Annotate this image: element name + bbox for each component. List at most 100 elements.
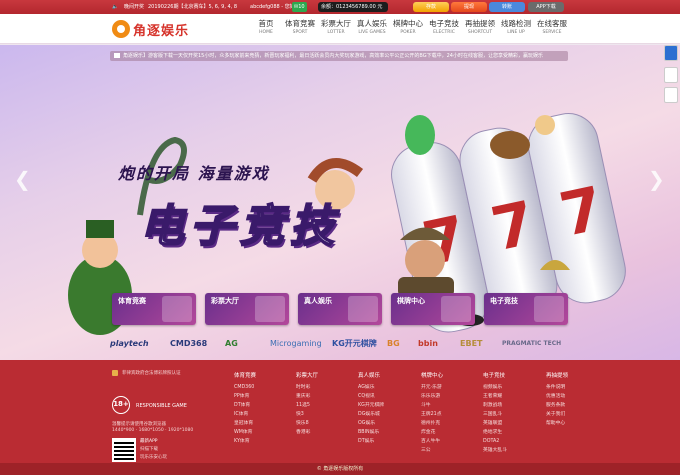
lottery-notice[interactable]: 20190226期【北京赛车】5, 6, 9, 4, 8 xyxy=(148,0,237,14)
footer-link[interactable]: 三公 xyxy=(421,446,443,455)
provider-logo: bbin xyxy=(418,339,438,348)
footer-link[interactable]: 刺激战场 xyxy=(483,401,507,410)
footer-link[interactable]: 德州扑克 xyxy=(421,419,443,428)
provider-logos: playtech CMD368 AG Microgaming KG开元棋牌 BG… xyxy=(110,336,570,352)
tile-label: 真人娱乐 xyxy=(304,297,332,305)
footer-link[interactable]: 时时彩 xyxy=(296,383,318,392)
transfer-button[interactable]: 转账 xyxy=(489,2,525,12)
footer-link[interactable]: 重庆彩 xyxy=(296,392,318,401)
tile-sport[interactable]: 体育竞赛 xyxy=(112,293,196,325)
footer-link[interactable]: 视频娱乐 xyxy=(483,383,507,392)
mail-icon[interactable]: ✉10 xyxy=(292,2,307,12)
nav-item-service[interactable]: 在线客服 SERVICE xyxy=(534,19,570,36)
category-tiles: 体育竞赛 彩票大厅 真人娱乐 棋牌中心 电子竞技 xyxy=(112,293,568,325)
service-icon[interactable] xyxy=(664,45,678,61)
footer-link[interactable]: DT体育 xyxy=(234,401,256,410)
footer-link[interactable]: 英雄联盟 xyxy=(483,419,507,428)
footer-link[interactable]: DT娱乐 xyxy=(358,437,384,446)
footer-link[interactable]: DG娱乐城 xyxy=(358,410,384,419)
footer-link[interactable]: 百人牛牛 xyxy=(421,437,443,446)
speaker-icon: 🔈 xyxy=(112,4,119,10)
chevron-left-icon[interactable]: ❮ xyxy=(14,167,31,191)
tile-poker[interactable]: 棋牌中心 xyxy=(391,293,475,325)
footer-link[interactable]: 王者荣耀 xyxy=(483,392,507,401)
footer-link[interactable]: 三国乱斗 xyxy=(483,410,507,419)
mobile-icon[interactable] xyxy=(664,87,678,103)
footer-link[interactable]: 斗牛 xyxy=(421,401,443,410)
footer-col-live: 真人娱乐 AG娱乐 CQ视讯 KG开元棋牌 DG娱乐城 OG娱乐 BBIN娱乐 … xyxy=(358,372,384,446)
announcement-marquee[interactable]: 角逐娱乐】游客版下载一天仅开奖15小时，众多玩家前来竞猜，新晋玩家福利，最日活跃… xyxy=(110,51,568,61)
provider-logo: Microgaming xyxy=(270,339,322,348)
footer-link[interactable]: 炸金花 xyxy=(421,428,443,437)
footer-link[interactable]: 快3 xyxy=(296,410,318,419)
footer-link[interactable]: 优惠活动 xyxy=(546,392,568,401)
footer-link[interactable]: CQ视讯 xyxy=(358,392,384,401)
site-logo[interactable]: 角逐娱乐 xyxy=(112,19,189,39)
footer-col-head: 彩票大厅 xyxy=(296,373,319,379)
phone-icon[interactable] xyxy=(664,67,678,83)
provider-logo: BG xyxy=(387,339,400,348)
greeting-text: 晚间开奖 xyxy=(124,4,145,10)
footer-link[interactable]: 帮助中心 xyxy=(546,419,568,428)
nav-item-poker[interactable]: 棋牌中心 POKER xyxy=(390,19,426,36)
footer-link[interactable]: 皇冠体育 xyxy=(234,419,256,428)
footer-link[interactable]: 11选5 xyxy=(296,401,318,410)
footer-link[interactable]: PP体育 xyxy=(234,392,256,401)
footer-link[interactable]: 快乐8 xyxy=(296,419,318,428)
footer-link[interactable]: BBIN娱乐 xyxy=(358,428,384,437)
footer-link[interactable]: 条件说明 xyxy=(546,383,568,392)
chevron-right-icon[interactable]: ❯ xyxy=(648,167,665,191)
nav-sublabel: LINE UP xyxy=(507,30,525,35)
tile-electric[interactable]: 电子竞技 xyxy=(484,293,568,325)
nav-item-home[interactable]: 首页 HOME xyxy=(248,19,284,36)
nav-item-sport[interactable]: 体育竞赛 SPORT xyxy=(282,19,318,36)
footer-link[interactable]: WM体育 xyxy=(234,428,256,437)
provider-logo: CMD368 xyxy=(170,339,208,348)
nav-item-live[interactable]: 真人娱乐 LIVE GAMES xyxy=(354,19,390,36)
nav-sublabel: SHORTCUT xyxy=(467,30,493,35)
username[interactable]: abcdefg088 - 您好 xyxy=(250,0,295,14)
footer-link[interactable]: KY体育 xyxy=(234,437,256,446)
tile-live[interactable]: 真人娱乐 xyxy=(298,293,382,325)
hero-banner[interactable]: 角逐娱乐】游客版下载一天仅开奖15小时，众多玩家前来竞猜，新晋玩家福利，最日活跃… xyxy=(0,45,680,360)
withdraw-button[interactable]: 提现 xyxy=(451,2,487,12)
footer-link[interactable]: CMD360 xyxy=(234,383,256,392)
footer-link[interactable]: 英雄大乱斗 xyxy=(483,446,507,455)
app-download-button[interactable]: APP下载 xyxy=(528,2,564,12)
tile-image xyxy=(534,296,564,322)
nav-sublabel: POKER xyxy=(400,30,416,35)
tile-label: 彩票大厅 xyxy=(211,297,239,305)
footer-col-poker: 棋牌中心 开元·乐游 乐乐乐游 斗牛 王牌21点 德州扑克 炸金花 百人牛牛 三… xyxy=(421,372,443,455)
footer-link[interactable]: DOTA2 xyxy=(483,437,507,446)
footer-link[interactable]: AG娱乐 xyxy=(358,383,384,392)
tile-lottery[interactable]: 彩票大厅 xyxy=(205,293,289,325)
footer-link[interactable]: OG娱乐 xyxy=(358,419,384,428)
deposit-button[interactable]: 存款 xyxy=(413,2,449,12)
footer-link[interactable]: 香港彩 xyxy=(296,428,318,437)
footer-link[interactable]: 王牌21点 xyxy=(421,410,443,419)
footer-link[interactable]: 绝地求生 xyxy=(483,428,507,437)
footer-link[interactable]: 乐乐乐游 xyxy=(421,392,443,401)
footer-link[interactable]: IC体育 xyxy=(234,410,256,419)
footer-link[interactable]: 开元·乐游 xyxy=(421,383,443,392)
nav-item-lottery[interactable]: 彩票大厅 LOTTER xyxy=(318,19,354,36)
balance-display: 余额：0123456789.00 元 xyxy=(318,2,388,12)
footer-link[interactable]: KG开元棋牌 xyxy=(358,401,384,410)
speaker-icon xyxy=(114,53,120,58)
footer-link[interactable]: 关于我们 xyxy=(546,410,568,419)
footer-col-sport: 体育竞赛 CMD360 PP体育 DT体育 IC体育 皇冠体育 WM体育 KY体… xyxy=(234,372,256,446)
nav-item-line[interactable]: 线路检测 LINE UP xyxy=(498,19,534,36)
qr-code[interactable] xyxy=(112,438,136,462)
footer-col-head: 棋牌中心 xyxy=(421,373,444,379)
browser-note: 温馨提示请使用谷歌浏览器 xyxy=(112,422,166,427)
app-note: 玩乐乐安心玩 xyxy=(140,455,167,460)
tile-image xyxy=(348,296,378,322)
app-scan: 扫描下载 xyxy=(140,447,158,452)
banner-title: 电子竞技 xyxy=(139,200,340,253)
main-nav: 角逐娱乐 首页 HOME 体育竞赛 SPORT 彩票大厅 LOTTER 真人娱乐 LIV… xyxy=(0,14,680,44)
nav-item-electric[interactable]: 电子竞技 ELECTRIC xyxy=(426,19,462,36)
footer-link[interactable]: 服务条款 xyxy=(546,401,568,410)
mail-count: 10 xyxy=(298,4,305,10)
age-badge: 18+ xyxy=(112,396,130,414)
nav-item-shortcut[interactable]: 再抽提领 SHORTCUT xyxy=(462,19,498,36)
